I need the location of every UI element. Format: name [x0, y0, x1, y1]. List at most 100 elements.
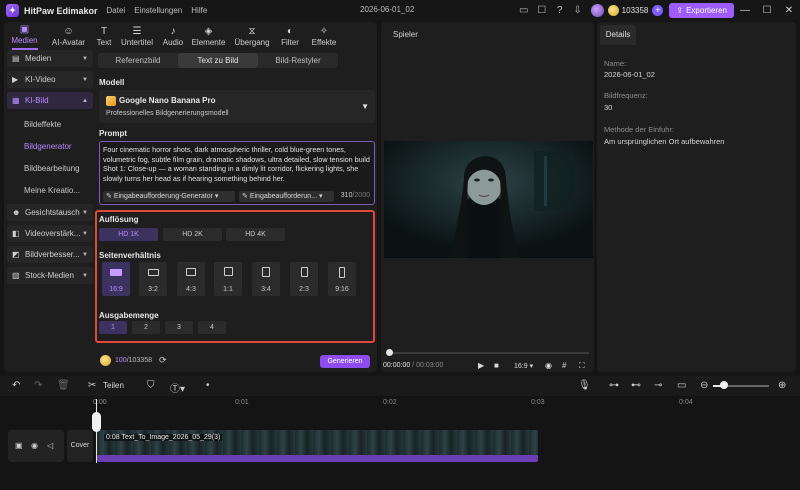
tab-audio[interactable]: ♪ Audio [158, 22, 188, 50]
mode-reference-image[interactable]: Referenzbild [98, 53, 178, 68]
help-icon[interactable]: ? [554, 5, 566, 17]
aspect-3-2[interactable]: 3:2 [139, 262, 167, 296]
avatar[interactable] [590, 4, 604, 17]
model-select[interactable]: Google Nano Banana Pro Professionelles B… [99, 90, 375, 123]
playhead-handle[interactable] [92, 412, 101, 432]
sidebar-sub-image-editing[interactable]: Bildbearbeitung [7, 157, 93, 179]
mode-text-to-image[interactable]: Text zu Bild [178, 53, 258, 68]
track-audio-icon[interactable]: ◁ [47, 441, 53, 450]
sidebar-item-stock-media[interactable]: ▧ Stock-Medien ▼ [7, 267, 93, 284]
magnet-icon[interactable]: ⊷ [631, 380, 641, 391]
split-icon[interactable]: ✂ [88, 380, 96, 391]
video-icon: ▶ [12, 75, 19, 84]
tab-ai-avatar[interactable]: ☺ AI-Avatar [45, 22, 92, 50]
prompt-text[interactable]: Four cinematic horror shots, dark atmosp… [103, 145, 371, 185]
aspect-2-3[interactable]: 2:3 [290, 262, 318, 296]
tab-label: Untertitel [120, 38, 153, 47]
output-count-1[interactable]: 1 [99, 321, 127, 334]
sidebar-sub-image-generator[interactable]: Bildgenerator [7, 135, 93, 157]
layout-icon[interactable]: ▭ [518, 5, 530, 17]
download-icon[interactable]: ⇩ [572, 5, 584, 17]
shield-icon[interactable]: ⛉ [147, 380, 155, 391]
output-count-3[interactable]: 3 [165, 321, 193, 334]
zoom-slider-handle[interactable] [720, 381, 728, 389]
sidebar-item-face-swap[interactable]: ☻ Gesichtstausch ▼ [7, 204, 93, 221]
video-preview[interactable] [384, 141, 593, 258]
fullscreen-icon[interactable]: ⛶ [579, 361, 585, 371]
prompt-input[interactable]: Four cinematic horror shots, dark atmosp… [99, 141, 375, 205]
timeline-scrubber[interactable] [389, 352, 589, 354]
aspect-shape [262, 267, 270, 277]
delete-icon[interactable]: 🗑 [57, 380, 70, 391]
tab-text[interactable]: T Text [92, 22, 116, 50]
resolution-hd4k[interactable]: HD 4K [226, 228, 285, 241]
zoom-out-icon[interactable]: ⊖ [700, 380, 708, 391]
scrubber-handle[interactable] [386, 349, 393, 356]
tab-media[interactable]: ▣ Medien [4, 22, 45, 50]
microphone-icon[interactable]: 🎙 [578, 380, 591, 391]
preview-quality-icon[interactable]: ▭ [677, 380, 686, 391]
more-icon[interactable]: • [206, 380, 210, 391]
output-count-4[interactable]: 4 [198, 321, 226, 334]
mode-image-restyler[interactable]: Bild-Restyler [258, 53, 338, 68]
output-count-heading: Ausgabemenge [99, 311, 159, 320]
menu-help[interactable]: Hilfe [191, 6, 207, 15]
generate-button[interactable]: Generieren [320, 355, 370, 368]
sidebar-item-label: Bildverbesser... [25, 250, 80, 259]
cover-button[interactable]: Cover [67, 430, 93, 462]
prompt-template-button[interactable]: ✎ Eingabeaufforderun... ▾ [239, 191, 334, 202]
aspect-9-16[interactable]: 9:16 [328, 262, 356, 296]
close-button[interactable]: ✕ [778, 5, 800, 16]
tab-filter[interactable]: ◐ Filter [275, 22, 305, 50]
aspect-1-1[interactable]: 1:1 [214, 262, 242, 296]
snapshot-icon[interactable]: ◉ [545, 361, 552, 370]
track-visibility-icon[interactable]: ◉ [31, 441, 38, 450]
feedback-icon[interactable]: ☐ [536, 5, 548, 17]
sidebar-item-video-enhancer[interactable]: ◧ Videoverstärk... ▼ [7, 225, 93, 242]
undo-icon[interactable]: ↶ [12, 380, 20, 391]
enhance-icon: ◧ [12, 229, 20, 238]
sidebar-item-ai-video[interactable]: ▶ KI-Video ▼ [7, 71, 93, 88]
output-count-2[interactable]: 2 [132, 321, 160, 334]
export-icon: ⇪ [676, 6, 684, 15]
aspect-16-9[interactable]: 16:9 [102, 262, 130, 296]
menu-settings[interactable]: Einstellungen [134, 6, 182, 15]
text-tool-icon[interactable]: Ⓣ▾ [170, 380, 185, 395]
tab-details[interactable]: Details [600, 25, 636, 45]
model-logo-icon [106, 96, 116, 106]
add-credits-button[interactable]: + [652, 5, 664, 16]
aspect-label: 16:9 [109, 286, 123, 293]
clip-audio-bar[interactable] [97, 455, 538, 462]
refresh-icon[interactable]: ⟳ [159, 355, 167, 366]
play-icon[interactable]: ▶ [478, 361, 484, 370]
minimize-button[interactable]: — [734, 5, 756, 16]
sidebar-item-media[interactable]: ▤ Medien ▼ [7, 50, 93, 67]
resolution-hd2k[interactable]: HD 2K [163, 228, 222, 241]
aspect-3-4[interactable]: 3:4 [252, 262, 280, 296]
sidebar-item-image-enhancer[interactable]: ◩ Bildverbesser... ▼ [7, 246, 93, 263]
grid-icon[interactable]: # [562, 361, 566, 370]
tab-subtitles[interactable]: ☰ Untertitel [116, 22, 158, 50]
prompt-generator-button[interactable]: ✎ Eingabeaufforderung-Generator ▾ [103, 191, 235, 202]
sidebar-item-label: Videoverstärk... [25, 229, 81, 238]
aspect-4-3[interactable]: 4:3 [177, 262, 205, 296]
link-icon[interactable]: ⊶ [609, 380, 619, 391]
stop-icon[interactable]: ■ [494, 361, 499, 370]
tab-effects[interactable]: ✧ Effekte [305, 22, 343, 50]
track-lock-icon[interactable]: ▣ [15, 441, 23, 450]
export-button[interactable]: ⇪ Exportieren [669, 3, 734, 18]
split-button[interactable]: Teilen [103, 381, 124, 390]
sidebar-item-label: KI-Bild [25, 96, 49, 105]
maximize-button[interactable]: ☐ [756, 5, 778, 16]
snap-icon[interactable]: ⊸ [654, 380, 662, 391]
zoom-in-icon[interactable]: ⊕ [778, 380, 786, 391]
sidebar-sub-my-creations[interactable]: Meine Kreatio... [7, 179, 93, 201]
ratio-select[interactable]: 16:9 ▾ [514, 362, 533, 370]
resolution-hd1k[interactable]: HD 1K [99, 228, 158, 241]
sidebar-item-ai-image[interactable]: ▦ KI-Bild ▲ [7, 92, 93, 109]
menu-file[interactable]: Datei [107, 6, 126, 15]
tab-transitions[interactable]: ⧖ Übergang [229, 22, 275, 50]
redo-icon[interactable]: ↷ [34, 380, 42, 391]
tab-elements[interactable]: ◈ Elemente [188, 22, 229, 50]
sidebar-sub-image-effects[interactable]: Bildeffekte [7, 113, 93, 135]
